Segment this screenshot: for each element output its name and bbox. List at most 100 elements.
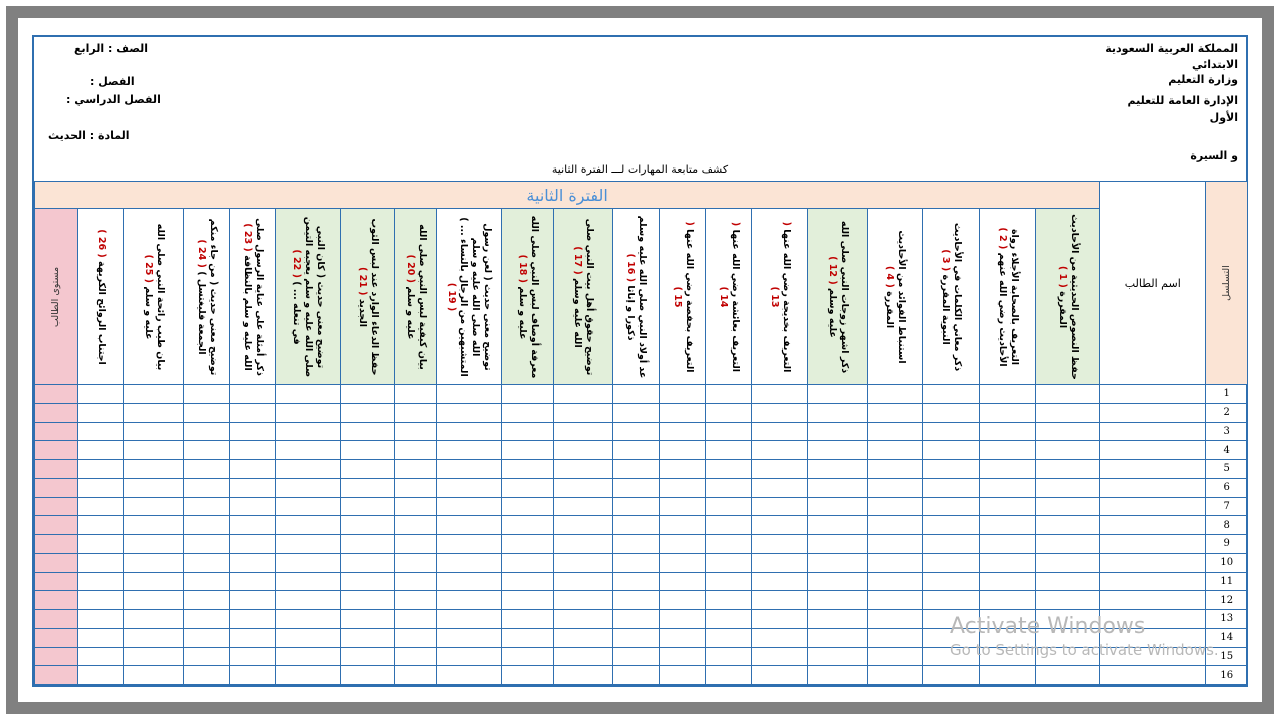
skill-cell[interactable] [183, 534, 230, 554]
skill-cell[interactable] [501, 515, 554, 535]
skill-cell[interactable] [501, 646, 554, 667]
student-name-cell[interactable] [1099, 421, 1207, 442]
student-level-cell[interactable] [34, 477, 78, 498]
skill-cell[interactable] [340, 646, 395, 667]
skill-cell[interactable] [275, 534, 341, 554]
skill-cell[interactable] [659, 515, 706, 535]
skill-cell[interactable] [553, 477, 613, 498]
skill-cell[interactable] [123, 534, 184, 554]
skill-cell[interactable] [77, 665, 124, 685]
skill-cell[interactable] [394, 665, 437, 685]
skill-cell[interactable] [705, 496, 752, 517]
skill-cell[interactable] [394, 609, 437, 629]
skill-cell[interactable] [979, 477, 1036, 498]
skill-cell[interactable] [229, 665, 276, 685]
skill-cell[interactable] [612, 590, 660, 610]
skill-cell[interactable] [394, 477, 437, 498]
skill-cell[interactable] [436, 534, 502, 554]
skill-cell[interactable] [807, 459, 868, 479]
skill-cell[interactable] [659, 646, 706, 667]
skill-cell[interactable] [705, 609, 752, 629]
skill-cell[interactable] [183, 646, 230, 667]
student-name-cell[interactable] [1099, 402, 1207, 423]
skill-cell[interactable] [705, 459, 752, 479]
skill-cell[interactable] [394, 534, 437, 554]
skill-cell[interactable] [275, 440, 341, 460]
skill-cell[interactable] [659, 571, 706, 592]
skill-cell[interactable] [867, 609, 923, 629]
skill-cell[interactable] [77, 402, 124, 423]
skill-cell[interactable] [979, 384, 1036, 404]
skill-cell[interactable] [394, 384, 437, 404]
skill-cell[interactable] [553, 571, 613, 592]
skill-cell[interactable] [77, 590, 124, 610]
skill-cell[interactable] [229, 440, 276, 460]
skill-cell[interactable] [922, 590, 980, 610]
skill-cell[interactable] [1034, 384, 1101, 404]
skill-cell[interactable] [394, 421, 437, 442]
skill-cell[interactable] [77, 477, 124, 498]
skill-cell[interactable] [183, 571, 230, 592]
skill-cell[interactable] [77, 552, 124, 573]
skill-cell[interactable] [436, 477, 502, 498]
skill-cell[interactable] [340, 571, 395, 592]
skill-cell[interactable] [275, 515, 341, 535]
skill-cell[interactable] [394, 627, 437, 648]
skill-cell[interactable] [922, 496, 980, 517]
skill-cell[interactable] [979, 496, 1036, 517]
skill-cell[interactable] [501, 552, 554, 573]
student-level-cell[interactable] [34, 665, 78, 685]
skill-cell[interactable] [501, 590, 554, 610]
skill-cell[interactable] [275, 402, 341, 423]
student-level-cell[interactable] [34, 646, 78, 667]
skill-cell[interactable] [979, 402, 1036, 423]
skill-cell[interactable] [229, 515, 276, 535]
skill-cell[interactable] [979, 440, 1036, 460]
student-level-cell[interactable] [34, 515, 78, 535]
skill-cell[interactable] [1034, 646, 1101, 667]
skill-cell[interactable] [229, 627, 276, 648]
skill-cell[interactable] [751, 646, 808, 667]
skill-cell[interactable] [183, 609, 230, 629]
skill-cell[interactable] [436, 496, 502, 517]
skill-cell[interactable] [77, 440, 124, 460]
skill-cell[interactable] [123, 477, 184, 498]
skill-cell[interactable] [1034, 515, 1101, 535]
skill-cell[interactable] [501, 609, 554, 629]
skill-cell[interactable] [77, 534, 124, 554]
skill-cell[interactable] [436, 440, 502, 460]
skill-cell[interactable] [922, 571, 980, 592]
student-level-cell[interactable] [34, 534, 78, 554]
skill-cell[interactable] [77, 627, 124, 648]
skill-cell[interactable] [501, 496, 554, 517]
skill-cell[interactable] [501, 627, 554, 648]
skill-cell[interactable] [867, 459, 923, 479]
skill-cell[interactable] [807, 665, 868, 685]
skill-cell[interactable] [275, 421, 341, 442]
skill-cell[interactable] [229, 477, 276, 498]
skill-cell[interactable] [340, 627, 395, 648]
skill-cell[interactable] [751, 627, 808, 648]
skill-cell[interactable] [394, 440, 437, 460]
skill-cell[interactable] [1034, 421, 1101, 442]
skill-cell[interactable] [275, 552, 341, 573]
skill-cell[interactable] [807, 534, 868, 554]
skill-cell[interactable] [867, 496, 923, 517]
skill-cell[interactable] [1034, 477, 1101, 498]
skill-cell[interactable] [867, 665, 923, 685]
skill-cell[interactable] [394, 571, 437, 592]
student-name-cell[interactable] [1099, 609, 1207, 629]
skill-cell[interactable] [705, 421, 752, 442]
skill-cell[interactable] [394, 496, 437, 517]
skill-cell[interactable] [751, 552, 808, 573]
skill-cell[interactable] [123, 552, 184, 573]
skill-cell[interactable] [501, 421, 554, 442]
skill-cell[interactable] [275, 590, 341, 610]
skill-cell[interactable] [229, 496, 276, 517]
skill-cell[interactable] [867, 515, 923, 535]
skill-cell[interactable] [229, 421, 276, 442]
skill-cell[interactable] [183, 590, 230, 610]
skill-cell[interactable] [340, 402, 395, 423]
skill-cell[interactable] [275, 384, 341, 404]
skill-cell[interactable] [612, 646, 660, 667]
